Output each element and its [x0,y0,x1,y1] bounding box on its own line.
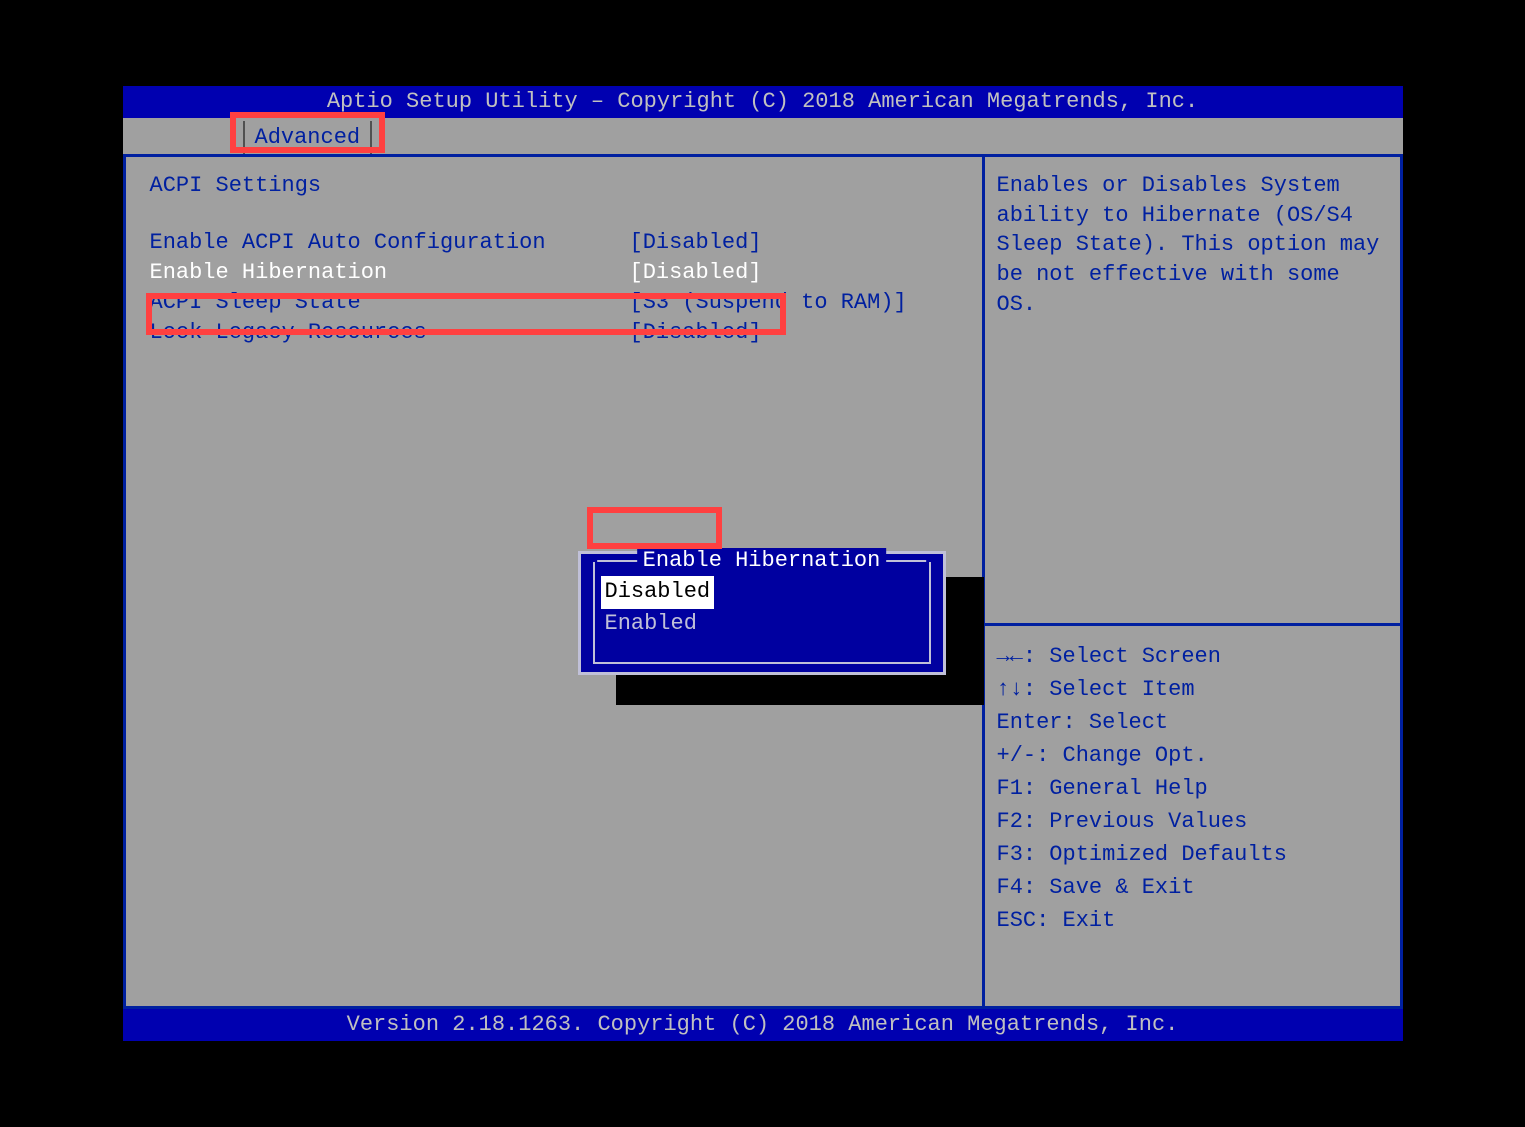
main-area: ACPI Settings Enable ACPI Auto Configura… [123,154,1403,1009]
option-popup: Enable Hibernation Disabled Enabled [578,551,946,675]
setting-value: [Disabled] [630,258,762,288]
bios-screen: Aptio Setup Utility – Copyright (C) 2018… [123,86,1403,1041]
item-help-text: Enables or Disables System ability to Hi… [985,157,1400,626]
right-panel: Enables or Disables System ability to Hi… [985,157,1400,1006]
setting-label: Enable Hibernation [150,258,630,288]
setting-label: Enable ACPI Auto Configuration [150,228,630,258]
setting-label: Lock Legacy Resources [150,318,630,348]
setting-label: ACPI Sleep State [150,288,630,318]
popup-option-enabled[interactable]: Enabled [601,610,701,637]
key-help-line: Enter: Select [997,706,1388,739]
popup-option-disabled[interactable]: Disabled [601,576,715,609]
tab-advanced[interactable]: Advanced [243,121,373,154]
key-help-line: →←: Select Screen [997,640,1388,673]
key-help-line: F2: Previous Values [997,805,1388,838]
footer-bar: Version 2.18.1263. Copyright (C) 2018 Am… [123,1009,1403,1041]
setting-row[interactable]: Lock Legacy Resources [Disabled] [150,318,958,348]
key-help: →←: Select Screen ↑↓: Select Item Enter:… [985,626,1400,1006]
key-help-line: ↑↓: Select Item [997,673,1388,706]
key-help-line: F1: General Help [997,772,1388,805]
key-help-line: +/-: Change Opt. [997,739,1388,772]
key-help-line: F4: Save & Exit [997,871,1388,904]
setting-row[interactable]: Enable ACPI Auto Configuration [Disabled… [150,228,958,258]
section-heading: ACPI Settings [150,173,958,198]
tab-row: Advanced [123,118,1403,154]
setting-value: [Disabled] [630,318,762,348]
key-help-line: F3: Optimized Defaults [997,838,1388,871]
settings-panel: ACPI Settings Enable ACPI Auto Configura… [126,157,985,1006]
popup-title: Enable Hibernation [637,548,887,573]
setting-row-selected[interactable]: Enable Hibernation [Disabled] [150,258,958,288]
setting-row[interactable]: ACPI Sleep State [S3 (Suspend to RAM)] [150,288,958,318]
key-help-line: ESC: Exit [997,904,1388,937]
setting-value: [S3 (Suspend to RAM)] [630,288,907,318]
title-bar: Aptio Setup Utility – Copyright (C) 2018… [123,86,1403,118]
setting-value: [Disabled] [630,228,762,258]
